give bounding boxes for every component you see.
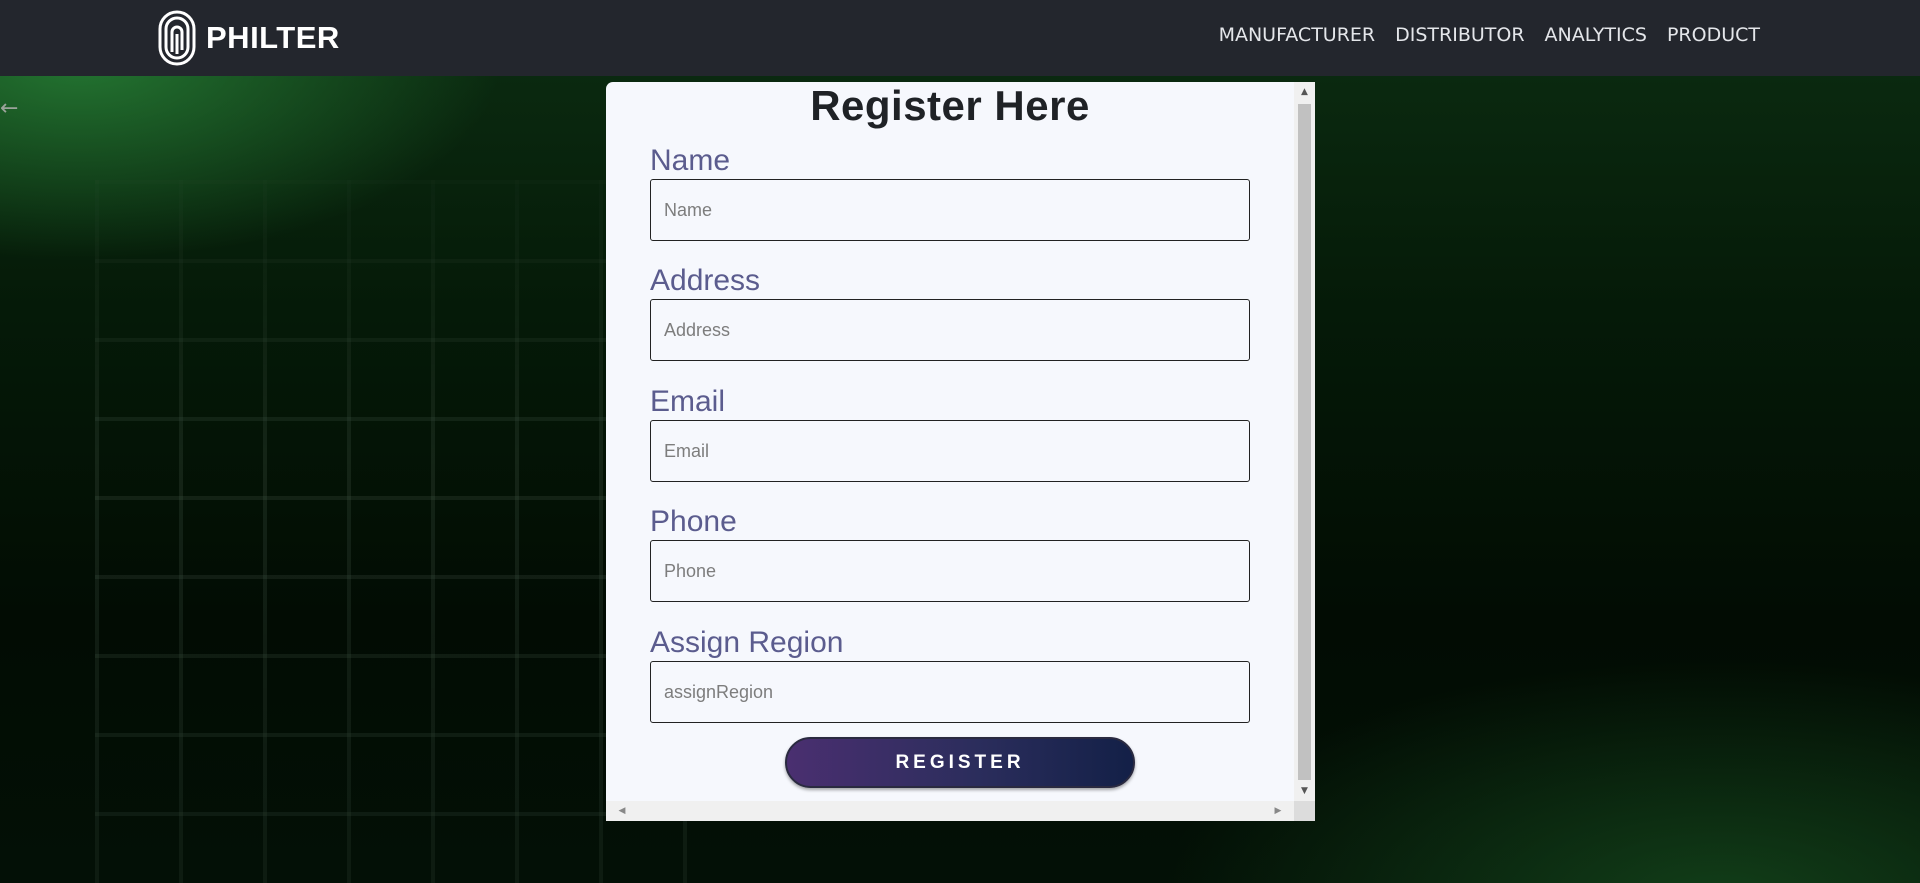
assign-region-input[interactable] — [650, 661, 1250, 723]
address-label: Address — [650, 264, 761, 297]
nav-link-distributor[interactable]: DISTRIBUTOR — [1395, 24, 1524, 46]
nav-link-manufacturer[interactable]: MANUFACTURER — [1219, 24, 1376, 46]
email-label: Email — [650, 385, 726, 418]
scroll-up-arrow-icon[interactable]: ▲ — [1294, 82, 1315, 102]
nav-link-analytics[interactable]: ANALYTICS — [1545, 24, 1647, 46]
assign-region-label: Assign Region — [650, 626, 844, 659]
register-form: Register Here Name Address Email Phone A… — [606, 82, 1294, 801]
scroll-left-arrow-icon[interactable]: ◀ — [612, 801, 632, 821]
address-input[interactable] — [650, 299, 1250, 361]
register-button[interactable]: REGISTER — [785, 737, 1135, 788]
name-input[interactable] — [650, 179, 1250, 241]
register-modal: Register Here Name Address Email Phone A… — [606, 82, 1315, 821]
horizontal-scrollbar[interactable]: ◀ ▶ — [606, 801, 1294, 821]
form-title: Register Here — [810, 82, 1090, 129]
scroll-down-arrow-icon[interactable]: ▼ — [1294, 781, 1315, 801]
scrollbar-corner — [1294, 801, 1315, 821]
scroll-right-arrow-icon[interactable]: ▶ — [1268, 801, 1288, 821]
phone-input[interactable] — [650, 540, 1250, 602]
navbar: PHILTER MANUFACTURER DISTRIBUTOR ANALYTI… — [0, 0, 1920, 76]
vertical-scrollbar[interactable]: ▲ ▼ — [1294, 82, 1315, 801]
brand-link[interactable]: PHILTER — [158, 10, 340, 66]
fingerprint-logo-icon — [158, 10, 196, 66]
left-arrow-icon[interactable]: ← — [0, 96, 18, 121]
email-input[interactable] — [650, 420, 1250, 482]
scrollbar-thumb[interactable] — [1298, 104, 1311, 780]
nav-link-product[interactable]: PRODUCT — [1667, 24, 1760, 46]
name-label: Name — [650, 144, 731, 177]
nav-links: MANUFACTURER DISTRIBUTOR ANALYTICS PRODU… — [1219, 24, 1760, 46]
brand-name: PHILTER — [206, 20, 340, 55]
phone-label: Phone — [650, 505, 737, 538]
